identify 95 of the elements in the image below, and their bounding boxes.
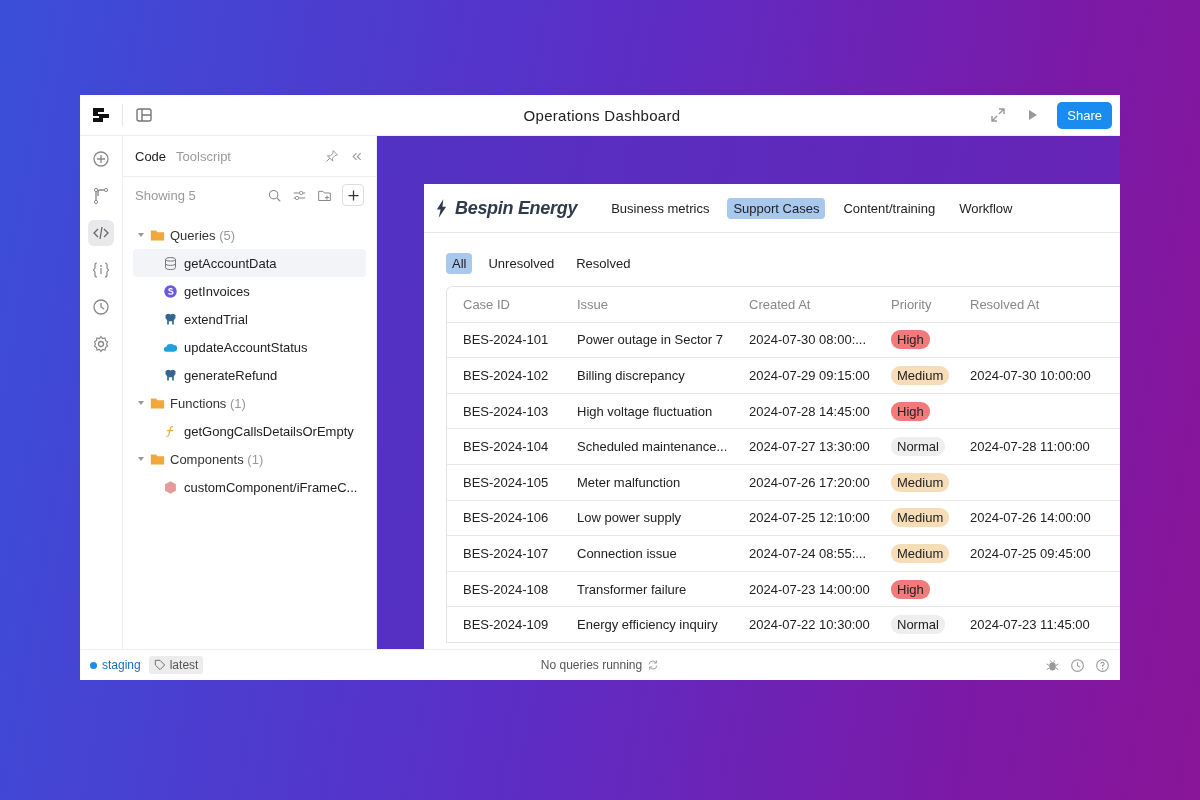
pin-icon[interactable]: [324, 148, 339, 164]
refresh-icon: [647, 659, 660, 671]
filter-tab[interactable]: Unresolved: [482, 253, 561, 274]
filter-tab[interactable]: Resolved: [570, 253, 637, 274]
code-icon: [92, 224, 110, 242]
folder-label[interactable]: Queries (5): [170, 227, 236, 243]
table-cell-text: BES-2024-102: [462, 368, 550, 383]
hexagon-icon: [163, 479, 178, 495]
plus-icon: [92, 150, 110, 168]
stripe-icon: [163, 283, 178, 299]
table-cell-text: 2024-07-30 08:00:...: [748, 332, 868, 348]
column-header[interactable]: Resolved At: [970, 296, 1120, 312]
bolt-icon: [436, 198, 447, 218]
priority-badge: Normal: [891, 437, 945, 457]
tree-item[interactable]: generateRefund: [133, 361, 366, 389]
priority-badge: Medium: [891, 508, 950, 528]
table-cell-text: BES-2024-103: [462, 403, 550, 419]
search-icon[interactable]: [267, 187, 282, 203]
tree-item[interactable]: getGongCallsDetailsOrEmpty: [133, 417, 366, 445]
table-cell-text: BES-2024-105: [462, 474, 550, 490]
history-icon[interactable]: [1070, 657, 1085, 673]
caret-icon[interactable]: [137, 455, 145, 463]
tree-item[interactable]: customComponent/iFrameC...: [133, 473, 366, 501]
add-button[interactable]: [342, 184, 364, 206]
nav-tab[interactable]: Business metrics: [605, 197, 716, 219]
bug-icon[interactable]: [1045, 657, 1060, 673]
status-message: No queries running: [540, 658, 643, 672]
folder-label[interactable]: Functions (1): [170, 395, 246, 411]
tree-item[interactable]: extendTrial: [133, 305, 366, 333]
table-cell-text: Energy efficiency inquiry: [576, 617, 719, 633]
table-cell-text: 2024-07-26 14:00:00: [970, 510, 1092, 526]
priority-badge: Medium: [891, 543, 950, 563]
braces-icon: [92, 261, 110, 279]
caret-icon[interactable]: [137, 399, 145, 407]
logo-icon[interactable]: [92, 106, 110, 124]
priority-badge: Normal: [891, 615, 945, 635]
table-cell-text: 2024-07-27 13:30:00: [748, 439, 871, 455]
table-cell-text: 2024-07-25 09:45:00: [970, 545, 1092, 561]
table-cell-text: 2024-07-23 14:00:00: [748, 581, 871, 597]
priority-badge: Medium: [891, 472, 950, 492]
panel-tab[interactable]: Code: [135, 148, 167, 164]
tag-icon: [153, 659, 166, 671]
branch-icon: [92, 187, 110, 205]
nav-tab[interactable]: Workflow: [953, 197, 1019, 219]
table-cell-text: BES-2024-108: [462, 581, 550, 597]
table-cell-text: Transformer failure: [576, 581, 688, 597]
database-icon: [163, 255, 178, 271]
table-cell-text: Scheduled maintenance...: [576, 439, 729, 455]
table-cell-text: Billing discrepancy: [576, 368, 686, 383]
column-header[interactable]: Case ID: [447, 296, 561, 312]
environment-label[interactable]: staging: [90, 658, 141, 672]
tree-item[interactable]: getAccountData: [133, 249, 366, 277]
table-cell-text: High voltage fluctuation: [576, 403, 714, 419]
brand-name: Bespin Energy: [455, 197, 578, 219]
filter-tab[interactable]: All: [446, 253, 473, 274]
table-cell-text: Low power supply: [576, 510, 683, 526]
table-cell-text: BES-2024-106: [462, 510, 550, 526]
layout-icon[interactable]: [135, 106, 153, 124]
window-title: Operations Dashboard: [522, 106, 682, 124]
table-cell-text: Connection issue: [576, 545, 678, 561]
table-cell-text: BES-2024-109: [462, 617, 550, 633]
table-cell-text: 2024-07-28 14:45:00: [748, 403, 871, 419]
table-cell-text: 2024-07-29 09:15:00: [748, 368, 871, 383]
table-cell-text: 2024-07-23 11:45:00: [970, 617, 1091, 633]
nav-tab[interactable]: Support Cases: [727, 197, 826, 219]
column-header[interactable]: Issue: [561, 296, 733, 312]
priority-badge: High: [891, 579, 930, 599]
table-cell-text: BES-2024-107: [462, 545, 550, 561]
settings-icon: [92, 335, 110, 353]
table-cell-text: 2024-07-30 10:00:00: [970, 368, 1092, 383]
table-cell-text: Meter malfunction: [576, 474, 682, 490]
nav-tab[interactable]: Content/training: [837, 197, 942, 219]
help-icon[interactable]: [1095, 657, 1110, 673]
tree-item[interactable]: updateAccountStatus: [133, 333, 366, 361]
table-cell-text: 2024-07-28 11:00:00: [970, 439, 1091, 455]
priority-badge: High: [891, 401, 930, 421]
table-cell-text: BES-2024-101: [462, 332, 550, 348]
folder-label[interactable]: Components (1): [170, 451, 264, 467]
tree-item[interactable]: getInvoices: [133, 277, 366, 305]
table-cell-text: 2024-07-25 12:10:00: [748, 510, 871, 526]
table-cell-text: 2024-07-22 10:30:00: [748, 617, 871, 633]
priority-badge: Medium: [891, 366, 950, 385]
caret-icon[interactable]: [137, 231, 145, 239]
rail-button[interactable]: [88, 220, 114, 246]
table-cell-text: Power outage in Sector 7: [576, 332, 724, 348]
column-header[interactable]: Created At: [733, 296, 875, 312]
table-cell-text: 2024-07-26 17:20:00: [748, 474, 871, 490]
priority-badge: High: [891, 330, 930, 350]
table-cell-text: BES-2024-104: [462, 439, 550, 455]
column-header[interactable]: Priority: [875, 296, 970, 312]
showing-count: Showing 5: [135, 187, 196, 203]
expand-icon[interactable]: [989, 106, 1008, 124]
table-cell-text: 2024-07-24 08:55:...: [748, 545, 868, 561]
version-tag[interactable]: latest: [148, 656, 204, 674]
clock-icon: [92, 298, 110, 316]
